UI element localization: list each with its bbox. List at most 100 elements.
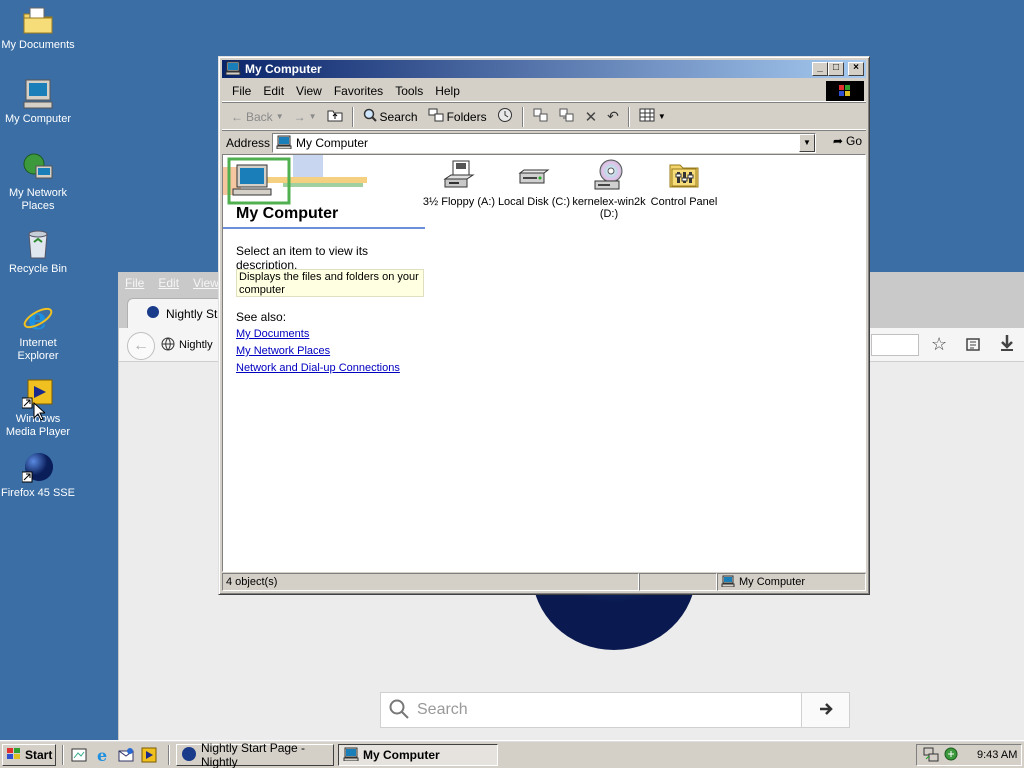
my-computer-window[interactable]: My Computer _ □ × File Edit View Favorit… <box>218 56 870 595</box>
item-local-disk[interactable]: Local Disk (C:) <box>494 159 574 208</box>
go-label: Go <box>845 134 862 148</box>
nightly-logo <box>529 592 699 652</box>
search-go-button[interactable] <box>801 693 849 727</box>
link-my-network-places[interactable]: My Network Places <box>236 345 330 357</box>
toolbar-separator <box>627 106 630 127</box>
pane-banner-image <box>223 155 373 208</box>
url-bar[interactable]: Nightly <box>161 334 221 356</box>
menu-view[interactable]: View <box>290 84 328 98</box>
views-button[interactable]: ▼ <box>636 106 669 128</box>
task-my-computer[interactable]: My Computer <box>338 744 498 766</box>
search-button[interactable]: Search <box>360 106 421 128</box>
description-box: Displays the files and folders on your c… <box>236 269 424 297</box>
svg-text:e: e <box>97 747 107 763</box>
item-label: 3½ Floppy (A:) <box>422 196 496 208</box>
up-folder-button[interactable] <box>324 106 346 128</box>
desktop-icon-my-documents[interactable]: My Documents <box>0 4 76 52</box>
mouse-cursor-icon <box>33 401 47 425</box>
address-label: Address <box>226 136 271 150</box>
network-tray-icon[interactable] <box>923 746 939 765</box>
delete-button[interactable]: ✕ <box>582 106 601 128</box>
content-area: My Computer Select an item to view its d… <box>222 154 866 572</box>
show-desktop-icon[interactable] <box>71 747 87 763</box>
taskbar-divider <box>62 745 64 765</box>
menubar: File Edit View Favorites Tools Help <box>222 80 866 102</box>
ie-icon: e <box>22 302 54 337</box>
copy-to-button[interactable] <box>556 106 578 128</box>
firefox-menu-file[interactable]: File <box>125 276 144 290</box>
move-to-button[interactable] <box>530 106 552 128</box>
outlook-express-icon[interactable] <box>118 747 134 763</box>
media-player-icon[interactable] <box>141 747 157 763</box>
web-view-pane: My Computer Select an item to view its d… <box>223 155 425 571</box>
address-value: My Computer <box>296 136 369 150</box>
address-field[interactable]: My Computer ▼ <box>272 133 816 153</box>
item-label: Control Panel <box>650 196 718 208</box>
bookmark-star-icon[interactable]: ☆ <box>931 334 947 355</box>
link-my-documents[interactable]: My Documents <box>236 328 309 340</box>
desktop-icon-label: My Computer <box>4 113 72 125</box>
firefox-menu-view[interactable]: View <box>193 276 219 290</box>
volume-tray-icon[interactable] <box>943 746 959 765</box>
globe-icon <box>161 337 175 354</box>
desktop-icon-label: My Network Places <box>8 187 68 212</box>
firefox-menu-edit[interactable]: Edit <box>158 276 179 290</box>
item-control-panel[interactable]: Control Panel <box>644 159 724 208</box>
search-icon <box>363 108 377 125</box>
start-button[interactable]: Start <box>2 744 56 766</box>
toolbar-separator <box>351 106 354 127</box>
status-zone-label: My Computer <box>739 576 806 588</box>
menu-favorites[interactable]: Favorites <box>328 84 389 98</box>
folders-button[interactable]: Folders <box>425 106 490 128</box>
go-button[interactable]: ➦ Go <box>833 134 862 148</box>
reading-list-icon[interactable] <box>965 336 981 355</box>
firefox-search-field[interactable] <box>871 334 919 356</box>
back-button[interactable]: ← Back ▼ <box>228 106 287 128</box>
chevron-down-icon: ▼ <box>275 112 284 121</box>
url-text: Nightly <box>179 339 213 351</box>
ie-icon[interactable]: e <box>95 746 111 765</box>
back-arrow-icon: ← <box>231 109 243 124</box>
maximize-button[interactable]: □ <box>828 62 844 76</box>
menu-edit[interactable]: Edit <box>257 84 290 98</box>
history-button[interactable] <box>494 106 516 128</box>
desktop-icon-internet-explorer[interactable]: e Internet Explorer <box>0 302 76 363</box>
search-placeholder: Search <box>417 701 468 718</box>
status-blank-panel <box>639 573 717 591</box>
minimize-button[interactable]: _ <box>812 62 828 76</box>
undo-button[interactable]: ↶ <box>604 106 622 128</box>
go-arrow-icon: ➦ <box>832 134 843 148</box>
see-also-label: See also: <box>236 310 287 324</box>
svg-text:e: e <box>28 302 47 334</box>
window-titlebar[interactable]: My Computer _ □ × <box>222 60 866 78</box>
download-arrow-icon[interactable] <box>999 334 1015 355</box>
desktop-icon-recycle-bin[interactable]: Recycle Bin <box>0 228 76 276</box>
control-panel-icon <box>668 159 700 191</box>
desktop-icon-my-network-places[interactable]: My Network Places <box>0 152 76 213</box>
menu-help[interactable]: Help <box>429 84 466 98</box>
nightly-icon <box>146 305 160 322</box>
desktop-icon-my-computer[interactable]: My Computer <box>0 78 76 126</box>
computer-icon <box>276 135 292 152</box>
delete-x-icon: ✕ <box>584 108 598 126</box>
cd-drive-icon <box>593 159 625 191</box>
item-floppy-drive[interactable]: 3½ Floppy (A:) <box>419 159 499 208</box>
item-cd-drive[interactable]: kernelex-win2k (D:) <box>569 159 649 220</box>
status-object-count: 4 object(s) <box>222 573 639 591</box>
search-label: Search <box>379 109 418 124</box>
taskbar: Start e Nightly Start Page - Nightly My … <box>0 740 1024 768</box>
search-box[interactable]: Search <box>380 692 850 728</box>
desktop-icon-label: Internet Explorer <box>17 337 59 362</box>
status-zone: My Computer <box>717 573 866 591</box>
forward-button[interactable]: → ▼ <box>291 106 320 128</box>
address-dropdown-button[interactable]: ▼ <box>799 134 815 152</box>
menu-file[interactable]: File <box>226 84 257 98</box>
close-button[interactable]: × <box>848 62 864 76</box>
task-nightly[interactable]: Nightly Start Page - Nightly <box>176 741 334 768</box>
link-network-dialup[interactable]: Network and Dial-up Connections <box>236 362 400 374</box>
desktop-icon-firefox[interactable]: Firefox 45 SSE <box>0 452 76 500</box>
menu-tools[interactable]: Tools <box>389 84 429 98</box>
search-icon <box>389 699 409 722</box>
undo-icon: ↶ <box>607 108 619 124</box>
back-button[interactable]: ← <box>127 332 155 360</box>
